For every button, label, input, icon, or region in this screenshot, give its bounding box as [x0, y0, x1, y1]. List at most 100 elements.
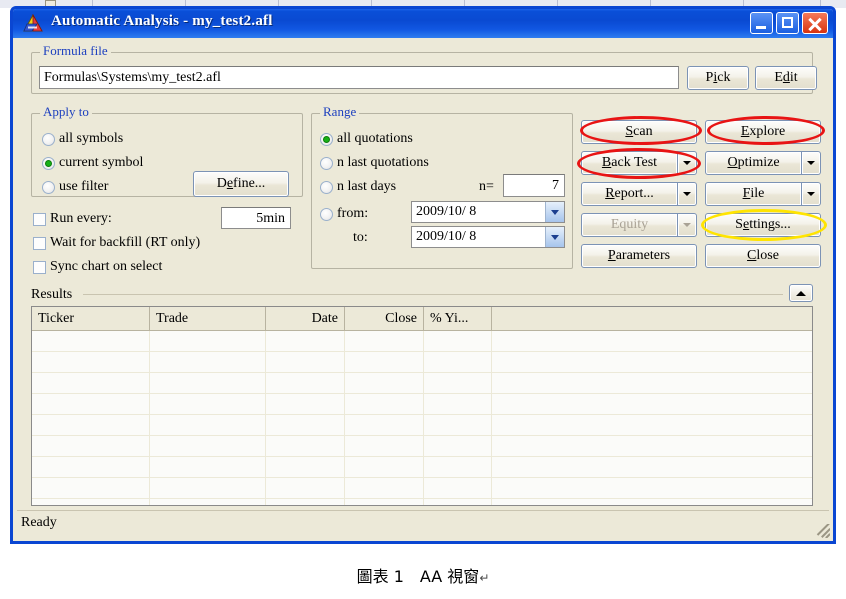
- edit-button[interactable]: Ed it: [755, 66, 817, 90]
- column-header-date[interactable]: Date: [266, 307, 345, 330]
- table-cell: [424, 499, 492, 505]
- table-row[interactable]: [32, 352, 812, 373]
- radio-n-last-days[interactable]: n last days: [320, 179, 396, 195]
- radio-all-symbols[interactable]: all symbols: [42, 131, 123, 147]
- column-header-trade[interactable]: Trade: [150, 307, 266, 330]
- table-cell: [266, 478, 345, 498]
- results-grid[interactable]: Ticker Trade Date Close % Yi...: [31, 306, 813, 506]
- column-header-ticker[interactable]: Ticker: [32, 307, 150, 330]
- scan-button[interactable]: Scan: [581, 120, 697, 144]
- report-button[interactable]: Report...: [581, 182, 697, 206]
- back-test-dropdown-arrow[interactable]: [678, 151, 697, 175]
- radio-dot-selected-icon: [42, 156, 55, 170]
- checkbox-box-icon: [33, 236, 46, 250]
- file-button[interactable]: File: [705, 182, 821, 206]
- from-date-value: 2009/10/ 8: [416, 204, 477, 219]
- table-cell: [424, 415, 492, 435]
- checkbox-run-every-label: Run every:: [50, 211, 112, 226]
- checkbox-wait-for-backfill[interactable]: Wait for backfill (RT only): [33, 235, 200, 251]
- file-main[interactable]: File: [705, 182, 802, 206]
- table-row[interactable]: [32, 436, 812, 457]
- table-cell: [266, 436, 345, 456]
- table-cell: [424, 478, 492, 498]
- table-cell: [266, 415, 345, 435]
- table-cell: [150, 457, 266, 477]
- back-test-main[interactable]: Back Test: [581, 151, 678, 175]
- title-bar[interactable]: Automatic Analysis - my_test2.afl: [13, 9, 833, 38]
- n-value-input[interactable]: 7: [503, 174, 565, 197]
- window-client-area: Formula file Formulas\Systems\my_test2.a…: [13, 38, 833, 541]
- table-row[interactable]: [32, 457, 812, 478]
- radio-from-date[interactable]: from:: [320, 206, 368, 222]
- explore-button[interactable]: Explore: [705, 120, 821, 144]
- table-row[interactable]: [32, 415, 812, 436]
- chevron-down-icon[interactable]: [545, 227, 564, 247]
- results-label: Results: [31, 287, 73, 302]
- resize-grip[interactable]: [816, 524, 830, 538]
- paragraph-mark: ↵: [479, 571, 490, 585]
- table-row[interactable]: [32, 394, 812, 415]
- range-group-label: Range: [320, 105, 360, 119]
- optimize-main[interactable]: Optimize: [705, 151, 802, 175]
- radio-from-label: from:: [337, 206, 369, 221]
- from-date-combo[interactable]: 2009/10/ 8: [411, 201, 565, 223]
- parameters-button[interactable]: Parameters: [581, 244, 697, 268]
- report-main[interactable]: Report...: [581, 182, 678, 206]
- radio-all-quotations[interactable]: all quotations: [320, 131, 413, 147]
- to-date-combo[interactable]: 2009/10/ 8: [411, 226, 565, 248]
- table-cell: [345, 457, 424, 477]
- status-bar-text: Ready: [21, 514, 57, 530]
- table-row[interactable]: [32, 373, 812, 394]
- optimize-button[interactable]: Optimize: [705, 151, 821, 175]
- table-cell-filler: [492, 478, 812, 498]
- radio-current-symbol[interactable]: current symbol: [42, 155, 143, 171]
- settings-button[interactable]: Se ttings...: [705, 213, 821, 237]
- table-cell-filler: [492, 415, 812, 435]
- formula-path-input[interactable]: Formulas\Systems\my_test2.afl: [39, 66, 679, 89]
- pick-button[interactable]: Pi ck: [687, 66, 749, 90]
- table-cell: [266, 373, 345, 393]
- table-cell-filler: [492, 394, 812, 414]
- figure-caption-text: 圖表 1 AA 視窗: [356, 567, 480, 586]
- report-dropdown-arrow[interactable]: [678, 182, 697, 206]
- table-cell: [150, 478, 266, 498]
- n-equals-label: n=: [479, 179, 494, 194]
- optimize-dropdown-arrow[interactable]: [802, 151, 821, 175]
- table-cell-filler: [492, 457, 812, 477]
- maximize-button[interactable]: [776, 12, 799, 34]
- formula-file-group-label: Formula file: [40, 44, 111, 58]
- table-row[interactable]: [32, 499, 812, 505]
- checkbox-sync-chart-label: Sync chart on select: [50, 259, 163, 274]
- close-action-button[interactable]: Close: [705, 244, 821, 268]
- checkbox-run-every[interactable]: Run every:: [33, 211, 112, 227]
- table-cell: [266, 457, 345, 477]
- define-button[interactable]: De fine...: [193, 171, 289, 197]
- close-button[interactable]: [802, 12, 828, 34]
- chevron-down-icon[interactable]: [545, 202, 564, 222]
- minimize-button[interactable]: [750, 12, 773, 34]
- automatic-analysis-window: Automatic Analysis - my_test2.afl Formul…: [10, 6, 836, 544]
- table-cell: [424, 331, 492, 351]
- table-cell: [32, 394, 150, 414]
- table-cell: [424, 436, 492, 456]
- results-separator: [83, 294, 783, 295]
- table-cell: [150, 373, 266, 393]
- table-row[interactable]: [32, 478, 812, 499]
- to-date-value: 2009/10/ 8: [416, 229, 477, 244]
- results-grid-body: [32, 331, 812, 505]
- column-header-yield[interactable]: % Yi...: [424, 307, 492, 330]
- checkbox-sync-chart-on-select[interactable]: Sync chart on select: [33, 259, 162, 275]
- file-dropdown-arrow[interactable]: [802, 182, 821, 206]
- radio-use-filter[interactable]: use filter: [42, 179, 108, 195]
- results-collapse-button[interactable]: [789, 284, 813, 302]
- titlebar-button-group: [750, 12, 828, 34]
- equity-button: Equity: [581, 213, 697, 237]
- run-every-value-input[interactable]: 5min: [221, 207, 291, 229]
- back-test-button[interactable]: Back Test: [581, 151, 697, 175]
- radio-n-last-days-label: n last days: [337, 179, 397, 194]
- table-cell: [345, 499, 424, 505]
- radio-n-last-quotations[interactable]: n last quotations: [320, 155, 429, 171]
- column-header-close[interactable]: Close: [345, 307, 424, 330]
- table-row[interactable]: [32, 331, 812, 352]
- radio-dot-selected-icon: [320, 132, 333, 146]
